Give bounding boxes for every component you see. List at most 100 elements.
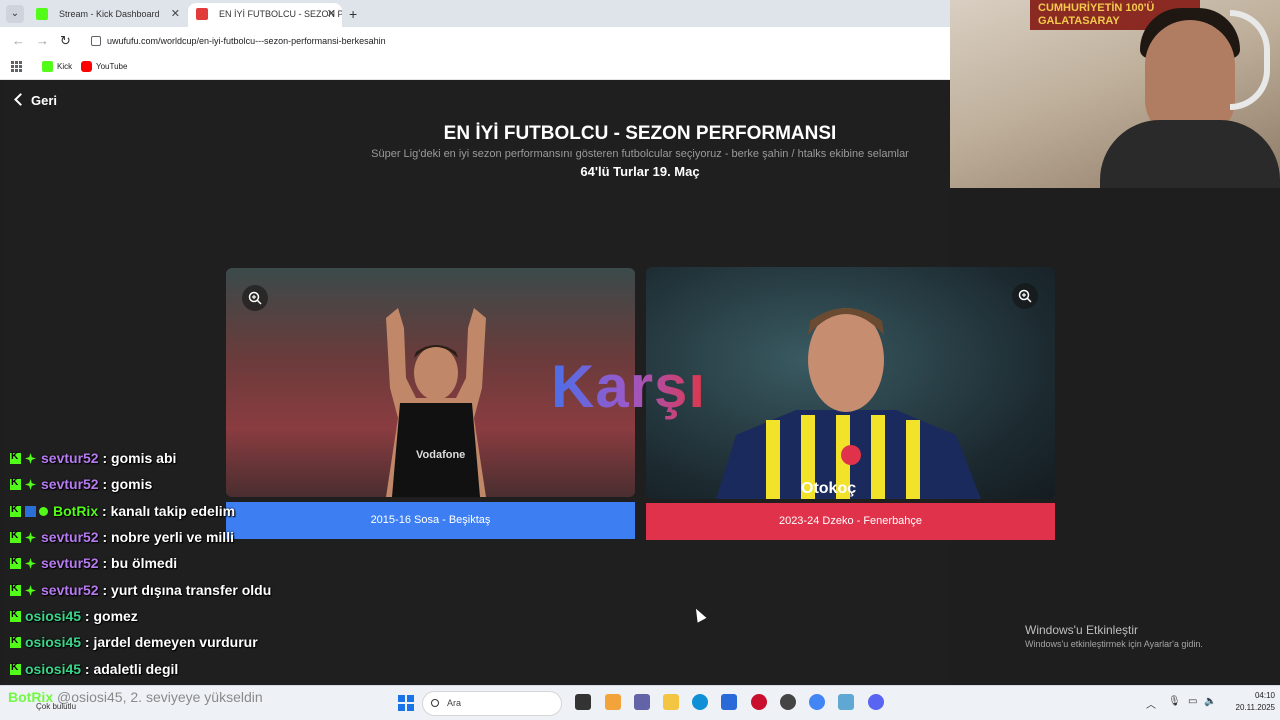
kick-icon [42, 61, 53, 72]
bookmarks-bar: Kick YouTube [0, 55, 950, 80]
chrome-icon[interactable] [809, 694, 825, 710]
kick-badge-icon [10, 477, 21, 490]
apps-grid-icon[interactable] [11, 61, 22, 72]
network-icon[interactable]: ▭ [1188, 696, 1197, 707]
address-bar-row: ← → ↻ uwufufu.com/worldcup/en-iyi-futbol… [0, 27, 950, 55]
new-tab-button[interactable]: + [349, 6, 357, 22]
zoom-in-icon[interactable] [242, 285, 268, 311]
chat-username: sevtur52 [41, 450, 99, 466]
chat-message: osiosi45 : jardel demeyen vurdurur [10, 634, 258, 654]
chat-text: : gomez [84, 608, 138, 624]
chat-text: : yurt dışına transfer oldu [102, 582, 272, 598]
chat-text: : kanalı takip edelim [102, 503, 236, 519]
verified-badge-icon [39, 507, 48, 516]
subscriber-badge-icon [25, 558, 36, 569]
player-dzeko-image: Otokoç [716, 308, 981, 499]
edge-icon[interactable] [692, 694, 708, 710]
copilot-icon[interactable] [605, 694, 621, 710]
chat-message: osiosi45 : adaletli degil [10, 661, 178, 681]
discord-icon[interactable] [868, 694, 884, 710]
kick-badge-icon [10, 609, 21, 622]
task-view-icon[interactable] [575, 694, 591, 710]
shirt-sponsor-text: Otokoç [801, 480, 856, 497]
subscriber-badge-icon [25, 453, 36, 464]
player-sosa-image: Vodafone [386, 308, 486, 497]
chat-text: : gomis [102, 476, 153, 492]
kick-badge-icon [10, 635, 21, 648]
store-icon[interactable] [721, 694, 737, 710]
browser-tab-bar: ⌄ Stream - Kick Dashboard ✕ EN İYİ FUTBO… [0, 0, 950, 27]
kick-badge-icon [10, 451, 21, 464]
choice-button-right[interactable]: 2023-24 Dzeko - Fenerbahçe [646, 503, 1055, 540]
shirt-sponsor-text: Vodafone [416, 449, 465, 461]
chat-message: sevtur52 : gomis abi [10, 450, 176, 470]
search-icon [431, 699, 439, 707]
chat-message: sevtur52 : bu ölmedi [10, 555, 177, 575]
bookmark-kick[interactable]: Kick [42, 61, 72, 73]
kick-badge-icon [10, 662, 21, 675]
chat-message: sevtur52 : gomis [10, 476, 152, 496]
chat-username: sevtur52 [41, 555, 99, 571]
file-explorer-icon[interactable] [663, 694, 679, 710]
taskbar-search[interactable]: Ara [422, 691, 562, 716]
bookmark-youtube[interactable]: YouTube [81, 61, 127, 73]
chat-username: osiosi45 [25, 608, 82, 624]
chat-text: : adaletli degil [84, 661, 179, 677]
chat-username: sevtur52 [41, 476, 99, 492]
youtube-icon [81, 61, 92, 72]
kick-badge-icon [10, 556, 21, 569]
tray-chevron-icon[interactable]: ︿ [1146, 696, 1156, 711]
tab-search-button[interactable]: ⌄ [6, 5, 24, 23]
tab-uwufufu[interactable]: EN İYİ FUTBOLCU - SEZON PERF ✕ [188, 3, 342, 27]
uwufufu-favicon-icon [196, 8, 208, 20]
windows-activation-title: Windows'u Etkinleştir [1025, 623, 1138, 637]
chat-message: sevtur52 : nobre yerli ve milli [10, 529, 234, 549]
site-info-icon[interactable] [91, 36, 101, 46]
obs-icon[interactable] [780, 694, 796, 710]
forward-arrow-icon[interactable]: → [36, 33, 49, 48]
chat-username: sevtur52 [41, 582, 99, 598]
chat-text: : bu ölmedi [102, 555, 178, 571]
chevron-left-icon [14, 93, 27, 106]
weather-widget[interactable]: Çok bulutlu [36, 702, 76, 711]
back-button[interactable]: Geri [14, 93, 57, 108]
taskbar-clock[interactable]: 04:10 20.11.2025 [1225, 690, 1275, 714]
tab-close-icon[interactable]: ✕ [171, 3, 180, 25]
kick-badge-icon [10, 504, 21, 517]
windows-taskbar: BotRix @osiosi45, 2. seviyeye yükseldin … [0, 685, 1280, 720]
teams-icon[interactable] [634, 694, 650, 710]
reload-icon[interactable]: ↻ [60, 33, 71, 49]
chat-text: : gomis abi [102, 450, 177, 466]
chat-text: : jardel demeyen vurdurur [84, 634, 258, 650]
subscriber-badge-icon [25, 532, 36, 543]
chat-username: osiosi45 [25, 634, 82, 650]
choice-image-right[interactable]: Otokoç [646, 267, 1055, 499]
tab-label: EN İYİ FUTBOLCU - SEZON PERF [219, 9, 342, 19]
url-field[interactable]: uwufufu.com/worldcup/en-iyi-futbolcu---s… [86, 31, 946, 51]
versus-label: Karşı [551, 353, 707, 420]
choice-button-left[interactable]: 2015-16 Sosa - Beşiktaş [226, 502, 635, 539]
zoom-in-icon[interactable] [1012, 283, 1038, 309]
webcam-overlay: CUMHURİYETİN 100'Ü GALATASARAY [950, 0, 1280, 188]
tab-kick-dashboard[interactable]: Stream - Kick Dashboard ✕ [28, 3, 186, 27]
microphone-icon[interactable]: 🎙 [1168, 696, 1181, 707]
subscriber-badge-icon [25, 585, 36, 596]
kick-badge-icon [10, 530, 21, 543]
kick-badge-icon [10, 583, 21, 596]
chat-text: : nobre yerli ve milli [102, 529, 234, 545]
settings-icon[interactable] [838, 694, 854, 710]
url-text: uwufufu.com/worldcup/en-iyi-futbolcu---s… [107, 36, 386, 46]
kick-favicon-icon [36, 8, 48, 20]
app-icon[interactable] [751, 694, 767, 710]
bot-badge-icon [25, 506, 36, 517]
streamer-body [1100, 120, 1280, 188]
tab-close-icon[interactable]: ✕ [327, 3, 336, 25]
chat-message: osiosi45 : gomez [10, 608, 138, 628]
chat-message: BotRix : kanalı takip edelim [10, 503, 235, 523]
headset-icon [1230, 10, 1270, 110]
windows-start-icon[interactable] [398, 695, 414, 711]
volume-icon[interactable]: 🔈 [1204, 696, 1216, 707]
subscriber-badge-icon [25, 479, 36, 490]
chat-username: sevtur52 [41, 529, 99, 545]
back-arrow-icon[interactable]: ← [12, 33, 25, 48]
